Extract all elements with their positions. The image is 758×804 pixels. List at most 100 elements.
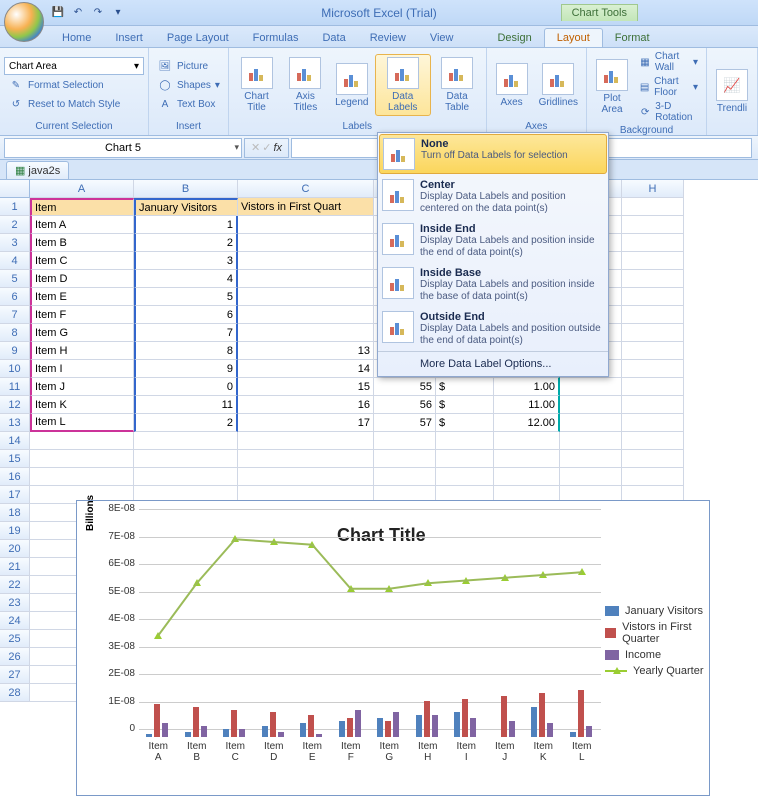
- 3d-rotation-button[interactable]: ⟳3-D Rotation: [635, 100, 702, 124]
- line-series[interactable]: [139, 509, 601, 729]
- bar-January-Visitors[interactable]: [223, 729, 229, 737]
- cell-A3[interactable]: Item B: [30, 234, 134, 252]
- dropdown-item-inside-base[interactable]: Inside BaseDisplay Data Labels and posit…: [378, 263, 608, 307]
- cell-H9[interactable]: [622, 342, 684, 360]
- tab-insert[interactable]: Insert: [103, 29, 155, 47]
- row-header-1[interactable]: 1: [0, 198, 30, 216]
- cell-B6[interactable]: 5: [134, 288, 238, 306]
- cell-A2[interactable]: Item A: [30, 216, 134, 234]
- undo-icon[interactable]: ↶: [70, 5, 86, 21]
- tab-review[interactable]: Review: [358, 29, 418, 47]
- cell-E12[interactable]: $: [436, 396, 494, 414]
- cell-A6[interactable]: Item E: [30, 288, 134, 306]
- row-header-14[interactable]: 14: [0, 432, 30, 450]
- cell-H16[interactable]: [622, 468, 684, 486]
- save-icon[interactable]: 💾: [50, 5, 66, 21]
- cell-G11[interactable]: [560, 378, 622, 396]
- cell-C6[interactable]: [238, 288, 374, 306]
- tab-design[interactable]: Design: [485, 29, 543, 47]
- cell-B8[interactable]: 7: [134, 324, 238, 342]
- fx-icon[interactable]: fx: [273, 142, 282, 154]
- cell-C12[interactable]: 16: [238, 396, 374, 414]
- column-header-H[interactable]: H: [622, 180, 684, 198]
- row-header-27[interactable]: 27: [0, 666, 30, 684]
- cell-H7[interactable]: [622, 306, 684, 324]
- cell-B14[interactable]: [134, 432, 238, 450]
- row-header-3[interactable]: 3: [0, 234, 30, 252]
- trendline-button[interactable]: 📈Trendli: [711, 67, 753, 116]
- cell-D16[interactable]: [374, 468, 436, 486]
- tab-format[interactable]: Format: [603, 29, 662, 47]
- row-header-10[interactable]: 10: [0, 360, 30, 378]
- bar-January-Visitors[interactable]: [570, 732, 576, 738]
- cell-A14[interactable]: [30, 432, 134, 450]
- cell-B5[interactable]: 4: [134, 270, 238, 288]
- row-header-6[interactable]: 6: [0, 288, 30, 306]
- chart-legend[interactable]: January VisitorsVistors in First Quarter…: [605, 601, 709, 681]
- row-header-21[interactable]: 21: [0, 558, 30, 576]
- cell-F13[interactable]: 12.00: [494, 414, 560, 432]
- chart-wall-button[interactable]: ▦Chart Wall ▾: [635, 50, 702, 74]
- row-header-12[interactable]: 12: [0, 396, 30, 414]
- cell-A13[interactable]: Item L: [30, 414, 134, 432]
- cell-C1[interactable]: Vistors in First Quart: [238, 198, 374, 216]
- cell-H5[interactable]: [622, 270, 684, 288]
- cell-A11[interactable]: Item J: [30, 378, 134, 396]
- dropdown-item-outside-end[interactable]: Outside EndDisplay Data Labels and posit…: [378, 307, 608, 351]
- cell-H13[interactable]: [622, 414, 684, 432]
- cell-H4[interactable]: [622, 252, 684, 270]
- cell-H12[interactable]: [622, 396, 684, 414]
- office-button[interactable]: [4, 2, 44, 42]
- row-header-5[interactable]: 5: [0, 270, 30, 288]
- cell-D13[interactable]: 57: [374, 414, 436, 432]
- row-header-26[interactable]: 26: [0, 648, 30, 666]
- cell-C8[interactable]: [238, 324, 374, 342]
- cell-A10[interactable]: Item I: [30, 360, 134, 378]
- chart-element-combo[interactable]: Chart Area▾: [4, 57, 144, 75]
- row-header-11[interactable]: 11: [0, 378, 30, 396]
- cell-E11[interactable]: $: [436, 378, 494, 396]
- cell-C10[interactable]: 14: [238, 360, 374, 378]
- qat-customize-icon[interactable]: ▾: [110, 5, 126, 21]
- dropdown-item-none[interactable]: NoneTurn off Data Labels for selection: [379, 134, 607, 174]
- cell-B16[interactable]: [134, 468, 238, 486]
- cell-F16[interactable]: [494, 468, 560, 486]
- tab-formulas[interactable]: Formulas: [241, 29, 311, 47]
- cell-A7[interactable]: Item F: [30, 306, 134, 324]
- cell-C14[interactable]: [238, 432, 374, 450]
- row-header-28[interactable]: 28: [0, 684, 30, 702]
- legend-button[interactable]: Legend: [331, 61, 373, 110]
- tab-home[interactable]: Home: [50, 29, 103, 47]
- plot-area-button[interactable]: Plot Area: [591, 57, 633, 117]
- dropdown-item-inside-end[interactable]: Inside EndDisplay Data Labels and positi…: [378, 219, 608, 263]
- data-labels-dropdown[interactable]: NoneTurn off Data Labels for selectionCe…: [377, 132, 609, 377]
- more-data-label-options[interactable]: More Data Label Options...: [378, 351, 608, 376]
- cell-H8[interactable]: [622, 324, 684, 342]
- cell-F12[interactable]: 11.00: [494, 396, 560, 414]
- tab-view[interactable]: View: [418, 29, 466, 47]
- cell-G12[interactable]: [560, 396, 622, 414]
- cell-B7[interactable]: 6: [134, 306, 238, 324]
- row-header-8[interactable]: 8: [0, 324, 30, 342]
- cell-H11[interactable]: [622, 378, 684, 396]
- cell-A1[interactable]: Item: [30, 198, 134, 216]
- cell-G13[interactable]: [560, 414, 622, 432]
- select-all-corner[interactable]: [0, 180, 30, 198]
- chart-floor-button[interactable]: ▤Chart Floor ▾: [635, 75, 702, 99]
- bar-Income[interactable]: [239, 729, 245, 737]
- cell-A12[interactable]: Item K: [30, 396, 134, 414]
- cell-H2[interactable]: [622, 216, 684, 234]
- legend-item[interactable]: January Visitors: [605, 605, 709, 617]
- cell-D11[interactable]: 55: [374, 378, 436, 396]
- cell-B13[interactable]: 2: [134, 414, 238, 432]
- cell-G16[interactable]: [560, 468, 622, 486]
- cell-B1[interactable]: January Visitors: [134, 198, 238, 216]
- cell-B4[interactable]: 3: [134, 252, 238, 270]
- cell-H10[interactable]: [622, 360, 684, 378]
- cell-C15[interactable]: [238, 450, 374, 468]
- cell-C5[interactable]: [238, 270, 374, 288]
- workbook-tab[interactable]: ▦java2s: [6, 161, 69, 179]
- cell-E14[interactable]: [436, 432, 494, 450]
- cell-C7[interactable]: [238, 306, 374, 324]
- bar-January-Visitors[interactable]: [185, 732, 191, 738]
